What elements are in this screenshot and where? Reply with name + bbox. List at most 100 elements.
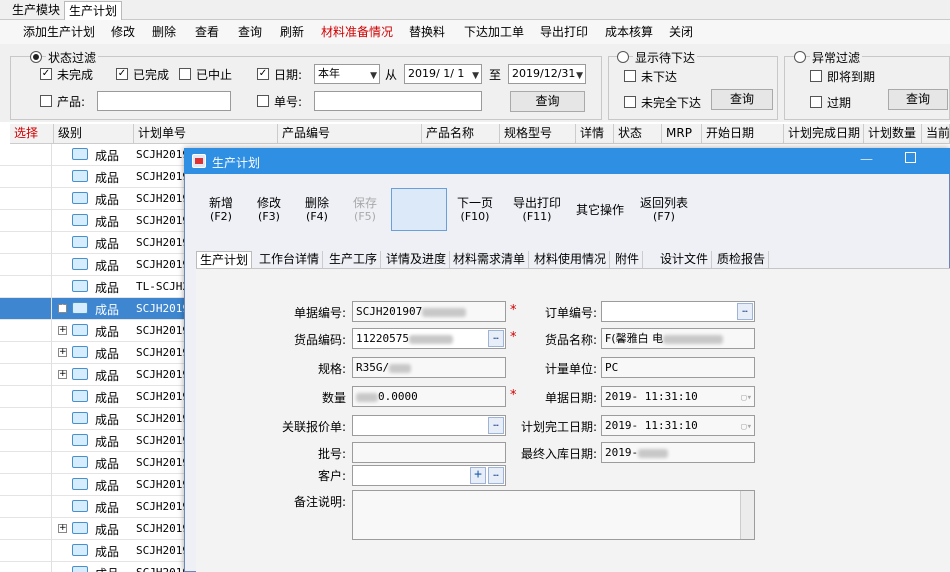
scrollbar[interactable] [740,491,754,539]
query-button[interactable]: 查询 [510,91,585,112]
col-start-date[interactable]: 开始日期 [702,124,784,144]
dialog-tab-8[interactable]: 质检报告 [714,251,770,268]
menu-edit[interactable]: 修改 [111,23,135,40]
expand-icon[interactable]: + [58,304,67,313]
row-select-cell[interactable] [0,166,52,188]
abnormal-query-button[interactable]: 查询 [888,89,948,110]
menu-delete[interactable]: 删除 [152,23,176,40]
row-select-cell[interactable] [0,474,52,496]
row-select-cell[interactable] [0,298,52,320]
ellipsis-icon[interactable]: … [488,417,504,434]
unit-field[interactable]: PC [601,357,755,378]
order-checkbox[interactable] [257,95,269,107]
doc-date-picker[interactable]: 2019- 11:31:10 ▢▾ [601,386,755,407]
abnormal-radio[interactable] [794,51,806,63]
not-issued-checkbox[interactable] [624,70,636,82]
col-plan-finish-date[interactable]: 计划完成日期 [784,124,864,144]
toolbar-button-3[interactable]: 保存 (F5) [342,184,388,234]
dialog-tab-1[interactable]: 工作台详情 [256,251,324,268]
tab-production-module[interactable]: 生产模块 [8,1,64,20]
col-select[interactable]: 选择 [10,124,54,144]
expand-icon[interactable]: + [58,524,67,533]
qty-field[interactable]: 0.0000 [352,386,506,407]
ellipsis-icon[interactable]: … [488,330,504,347]
col-current[interactable]: 当前 [922,124,950,144]
row-select-cell[interactable] [0,562,52,572]
expand-icon[interactable]: + [58,370,67,379]
menu-close[interactable]: 关闭 [669,23,693,40]
spec-field[interactable]: R35G/ [352,357,506,378]
status-filter-radio[interactable] [30,51,42,63]
row-select-cell[interactable] [0,452,52,474]
finished-checkbox[interactable]: ✓ [116,68,128,80]
dialog-tab-3[interactable]: 详情及进度 [383,251,451,268]
dialog-tab-2[interactable]: 生产工序 [326,251,382,268]
order-no-field[interactable]: … [601,301,755,322]
pending-query-button[interactable]: 查询 [711,89,773,110]
menu-material-prep[interactable]: 材料准备情况 [321,23,393,40]
col-level[interactable]: 级别 [54,124,134,144]
row-select-cell[interactable] [0,188,52,210]
toolbar-button-8[interactable]: 返回列表 (F7) [636,184,692,234]
item-code-field[interactable]: 11220575… [352,328,506,349]
item-name-field[interactable]: F(馨雅白 电 [601,328,755,349]
menu-query[interactable]: 查询 [238,23,262,40]
dialog-tab-4[interactable]: 材料需求清单 [450,251,530,268]
col-plan-qty[interactable]: 计划数量 [864,124,922,144]
menu-export-print[interactable]: 导出打印 [540,23,588,40]
ellipsis-icon[interactable]: … [488,467,504,484]
plan-finish-date-picker[interactable]: 2019- 11:31:10 ▢▾ [601,415,755,436]
col-detail[interactable]: 详情 [576,124,614,144]
batch-field[interactable] [352,442,506,463]
row-select-cell[interactable] [0,496,52,518]
stopped-checkbox[interactable] [179,68,191,80]
menu-add-plan[interactable]: 添加生产计划 [23,23,95,40]
date-checkbox[interactable]: ✓ [257,68,269,80]
expand-icon[interactable]: + [58,326,67,335]
toolbar-button-5[interactable]: 下一页 (F10) [450,184,500,234]
product-checkbox[interactable] [40,95,52,107]
date-to-picker[interactable]: 2019/12/31 ▼ [508,64,586,84]
col-product-name[interactable]: 产品名称 [422,124,500,144]
menu-issue-work-order[interactable]: 下达加工单 [464,23,524,40]
minimize-button[interactable]: — [860,152,873,167]
dialog-tab-0[interactable]: 生产计划 [196,251,253,268]
row-select-cell[interactable] [0,386,52,408]
dialog-tab-5[interactable]: 材料使用情况 [531,251,611,268]
date-range-select[interactable]: 本年 ▼ [314,64,380,84]
maximize-button[interactable] [905,152,916,163]
calendar-dropdown-icon[interactable]: ▢▾ [741,418,752,435]
partially-issued-checkbox[interactable] [624,96,636,108]
row-select-cell[interactable] [0,232,52,254]
due-soon-checkbox[interactable] [810,70,822,82]
menu-cost[interactable]: 成本核算 [605,23,653,40]
toolbar-button-6[interactable]: 导出打印 (F11) [508,184,566,234]
add-icon[interactable]: + [470,467,486,484]
quote-field[interactable]: … [352,415,506,436]
col-product-code[interactable]: 产品编号 [278,124,422,144]
row-select-cell[interactable] [0,210,52,232]
col-mrp[interactable]: MRP [662,124,702,144]
row-select-cell[interactable] [0,254,52,276]
col-status[interactable]: 状态 [614,124,662,144]
row-select-cell[interactable] [0,408,52,430]
dialog-tab-6[interactable]: 附件 [612,251,644,268]
row-select-cell[interactable] [0,430,52,452]
row-select-cell[interactable] [0,364,52,386]
show-pending-radio[interactable] [617,51,629,63]
calendar-dropdown-icon[interactable]: ▢▾ [741,389,752,406]
customer-field[interactable]: … + [352,465,506,486]
row-select-cell[interactable] [0,342,52,364]
menu-refresh[interactable]: 刷新 [280,23,304,40]
toolbar-button-0[interactable]: 新增 (F2) [198,184,244,234]
col-plan-no[interactable]: 计划单号 [134,124,278,144]
menu-substitute[interactable]: 替换料 [409,23,445,40]
ellipsis-icon[interactable]: … [737,303,753,320]
row-select-cell[interactable] [0,276,52,298]
menu-view[interactable]: 查看 [195,23,219,40]
date-from-picker[interactable]: 2019/ 1/ 1 ▼ [404,64,482,84]
last-in-date-field[interactable]: 2019- [601,442,755,463]
doc-no-field[interactable]: SCJH201907 [352,301,506,322]
remark-textarea[interactable] [352,490,755,540]
row-select-cell[interactable] [0,518,52,540]
